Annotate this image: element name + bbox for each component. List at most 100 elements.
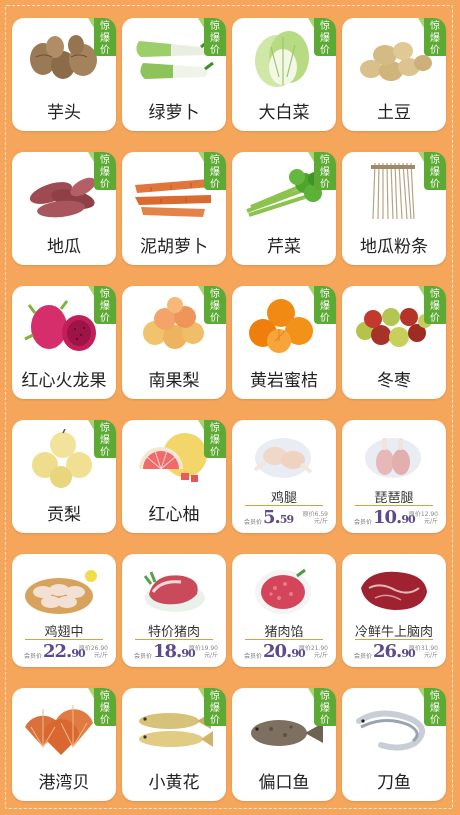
badge-text: 爆 (100, 435, 110, 446)
product-card-nanguo-pear[interactable]: 惊爆价 南果梨 (122, 286, 226, 399)
original-price-note: 原价21.90 元/斤 (298, 645, 328, 659)
badge-text: 惊 (430, 289, 440, 300)
badge-text: 价 (100, 447, 110, 458)
product-card-chicken-leg[interactable]: 鸡腿 会员价 5.59 原价6.59 元/斤 (232, 420, 336, 533)
badge-text: 爆 (100, 301, 110, 312)
product-card-beef-chuck[interactable]: 冷鲜牛上脑肉 会员价 26.90 原价31.90 元/斤 (342, 554, 446, 667)
product-name: 红心柚 (148, 505, 200, 525)
product-name: 地瓜粉条 (360, 237, 428, 257)
member-price-label: 会员价 (354, 519, 373, 526)
badge-text: 价 (430, 45, 440, 56)
bargain-badge: 惊爆价 (308, 286, 336, 324)
badge-text: 爆 (210, 703, 220, 714)
product-card-sweet-potato-noodles[interactable]: 惊爆价 地瓜粉条 (342, 152, 446, 265)
product-card-green-radish[interactable]: 惊爆价 绿萝卜 (122, 18, 226, 131)
badge-text: 爆 (320, 301, 330, 312)
product-card-potato[interactable]: 惊爆价 土豆 (342, 18, 446, 131)
product-card-pork[interactable]: 特价猪肉 会员价 18.90 原价19.90 元/斤 (122, 554, 226, 667)
product-card-carrot[interactable]: 惊爆价 泥胡萝卜 (122, 152, 226, 265)
noodles-image (351, 161, 435, 221)
badge-text: 爆 (320, 167, 330, 178)
product-card-taro[interactable]: 惊爆价 芋头 (12, 18, 116, 131)
bargain-badge: 惊爆价 (88, 152, 116, 190)
product-card-winter-jujube[interactable]: 惊爆价 冬枣 (342, 286, 446, 399)
bargain-badge: 惊爆价 (418, 18, 446, 56)
price-integer: 20. (263, 641, 292, 662)
product-card-tangerine[interactable]: 惊爆价 黄岩蜜桔 (232, 286, 336, 399)
badge-text: 惊 (100, 423, 110, 434)
member-price-label: 会员价 (354, 653, 373, 660)
potato-image (351, 27, 435, 87)
pomelo-image (131, 429, 215, 489)
original-price-note: 原价31.90 元/斤 (408, 645, 438, 659)
product-card-napa-cabbage[interactable]: 惊爆价 大白菜 (232, 18, 336, 131)
product-card-mid-wing[interactable]: 鸡翅中 会员价 22.90 原价26.90 元/斤 (12, 554, 116, 667)
badge-text: 价 (210, 179, 220, 190)
price-block: 会员价 18.90 原价19.90 元/斤 (134, 641, 218, 665)
product-name: 小黄花 (148, 773, 200, 793)
product-card-minced-pork[interactable]: 猪肉馅 会员价 20.90 原价21.90 元/斤 (232, 554, 336, 667)
badge-text: 价 (100, 179, 110, 190)
product-name: 芹菜 (267, 237, 301, 257)
badge-text: 爆 (430, 301, 440, 312)
flounder-image (241, 697, 325, 757)
product-card-flounder[interactable]: 惊爆价 偏口鱼 (232, 688, 336, 801)
badge-text: 价 (320, 313, 330, 324)
product-card-yellow-croaker[interactable]: 惊爆价 小黄花 (122, 688, 226, 801)
badge-text: 价 (430, 179, 440, 190)
badge-text: 价 (210, 447, 220, 458)
jujube-image (351, 295, 435, 355)
yellow-croaker-image (131, 697, 215, 757)
product-name: 绿萝卜 (148, 103, 200, 123)
product-card-dragon-fruit[interactable]: 惊爆价 红心火龙果 (12, 286, 116, 399)
product-name: 黄岩蜜桔 (250, 371, 318, 391)
price-decimal: 59 (279, 513, 294, 526)
badge-text: 价 (430, 715, 440, 726)
scallop-image (21, 697, 105, 757)
badge-text: 爆 (320, 33, 330, 44)
badge-text: 惊 (320, 21, 330, 32)
product-name: 猪肉馅 (264, 625, 304, 640)
bargain-badge: 惊爆价 (198, 688, 226, 726)
badge-text: 价 (320, 45, 330, 56)
taro-image (21, 27, 105, 87)
price-block: 会员价 5.59 原价6.59 元/斤 (244, 507, 328, 531)
pear-image (131, 295, 215, 355)
badge-text: 惊 (210, 21, 220, 32)
price-integer: 18. (153, 641, 182, 662)
badge-text: 惊 (320, 691, 330, 702)
bargain-badge: 惊爆价 (198, 286, 226, 324)
divider (245, 639, 323, 640)
page: 惊爆价 芋头 惊爆价 绿萝卜 惊爆价 大白菜 惊爆价 土豆 惊 爆 价 地瓜 惊… (0, 0, 460, 815)
bargain-badge: 惊爆价 (88, 286, 116, 324)
price-integer: 5. (263, 507, 281, 528)
bargain-badge: 惊爆价 (88, 688, 116, 726)
price-block: 会员价 10.90 原价12.90 元/斤 (354, 507, 438, 531)
badge-text: 爆 (100, 703, 110, 714)
product-name: 刀鱼 (377, 773, 411, 793)
product-card-celery[interactable]: 惊爆价 芹菜 (232, 152, 336, 265)
product-card-gong-pear[interactable]: 惊爆价 贡梨 (12, 420, 116, 533)
product-name: 港湾贝 (38, 773, 90, 793)
product-card-drumstick[interactable]: 琵琶腿 会员价 10.90 原价12.90 元/斤 (342, 420, 446, 533)
divider (355, 639, 433, 640)
badge-text: 价 (100, 313, 110, 324)
bargain-badge: 惊爆价 (88, 420, 116, 458)
product-card-sweet-potato[interactable]: 惊爆价 地瓜 (12, 152, 116, 265)
product-card-hairtail[interactable]: 惊爆价 刀鱼 (342, 688, 446, 801)
beef-image (351, 562, 435, 618)
tangerine-image (241, 295, 325, 355)
mid-wing-image (21, 562, 105, 618)
product-card-scallop[interactable]: 惊爆价 港湾贝 (12, 688, 116, 801)
product-card-red-pomelo[interactable]: 惊爆价 红心柚 (122, 420, 226, 533)
product-name: 芋头 (47, 103, 81, 123)
badge-text: 爆 (100, 33, 110, 44)
hairtail-image (351, 697, 435, 757)
badge-text: 爆 (210, 167, 220, 178)
original-price-note: 原价19.90 元/斤 (188, 645, 218, 659)
price-block: 会员价 20.90 原价21.90 元/斤 (244, 641, 328, 665)
badge-text: 爆 (430, 167, 440, 178)
bargain-badge: 惊爆价 (88, 18, 116, 56)
price-integer: 26. (373, 641, 402, 662)
bargain-badge: 惊爆价 (308, 688, 336, 726)
